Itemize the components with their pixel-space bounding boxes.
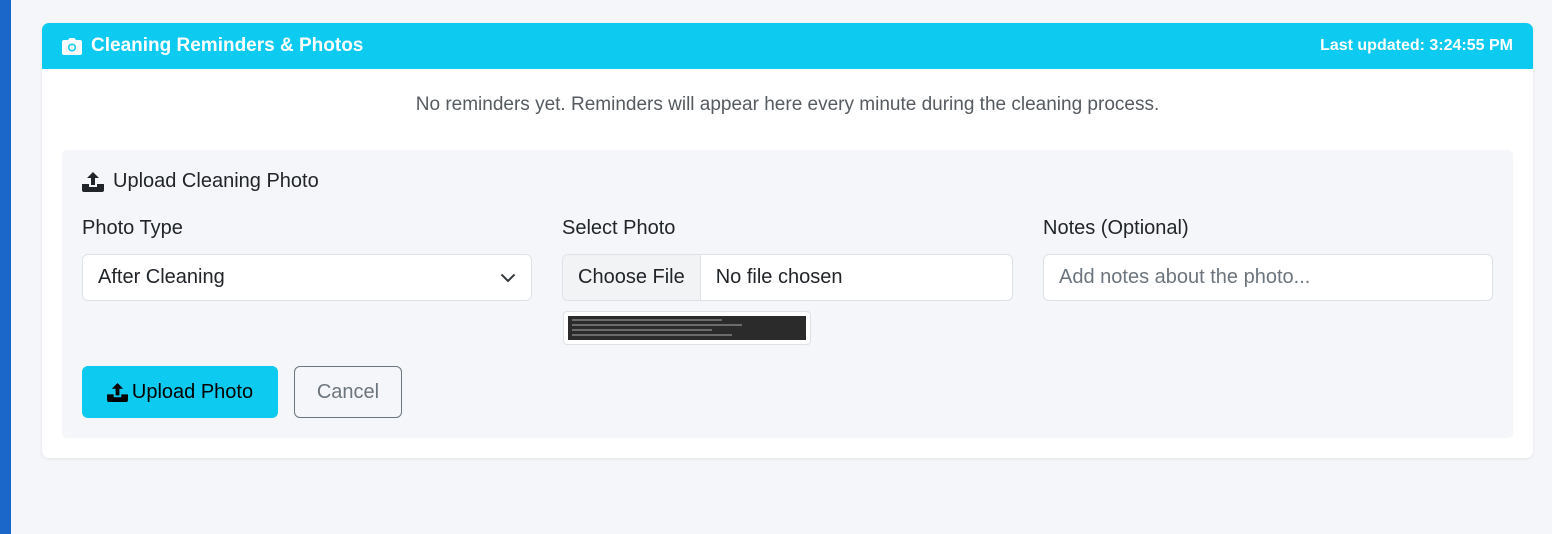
upload-icon <box>82 171 104 192</box>
file-status-text: No file chosen <box>715 266 843 288</box>
card-title-group: Cleaning Reminders & Photos <box>62 35 363 57</box>
reminders-photos-card: Cleaning Reminders & Photos Last updated… <box>42 23 1533 458</box>
notes-label: Notes (Optional) <box>1043 217 1189 239</box>
upload-photo-panel: Upload Cleaning Photo Photo Type Select … <box>62 150 1513 438</box>
last-updated-text: Last updated: 3:24:55 PM <box>1320 37 1513 54</box>
card-title: Cleaning Reminders & Photos <box>91 35 364 56</box>
cancel-button[interactable]: Cancel <box>294 366 402 418</box>
photo-type-select[interactable]: After Cleaning <box>82 254 532 301</box>
empty-reminders-message: No reminders yet. Reminders will appear … <box>415 94 1160 115</box>
photo-type-label: Photo Type <box>82 217 183 239</box>
upload-photo-button[interactable]: Upload Photo <box>82 366 278 418</box>
left-sidebar-edge <box>0 0 11 534</box>
camera-icon <box>62 37 82 55</box>
photo-type-value: After Cleaning <box>98 266 225 288</box>
upload-photo-button-label: Upload Photo <box>131 380 254 403</box>
preview-image <box>568 316 806 340</box>
chevron-down-icon <box>500 273 516 283</box>
choose-file-button[interactable]: Choose File <box>563 255 701 300</box>
upload-panel-title: Upload Cleaning Photo <box>113 170 319 192</box>
select-photo-label: Select Photo <box>562 217 676 239</box>
upload-panel-header: Upload Cleaning Photo <box>82 170 319 193</box>
photo-file-input[interactable]: Choose File No file chosen <box>562 254 1013 301</box>
photo-preview-thumbnail <box>563 311 811 345</box>
upload-icon <box>106 382 128 402</box>
notes-input[interactable] <box>1043 254 1493 301</box>
card-header: Cleaning Reminders & Photos Last updated… <box>42 23 1533 69</box>
